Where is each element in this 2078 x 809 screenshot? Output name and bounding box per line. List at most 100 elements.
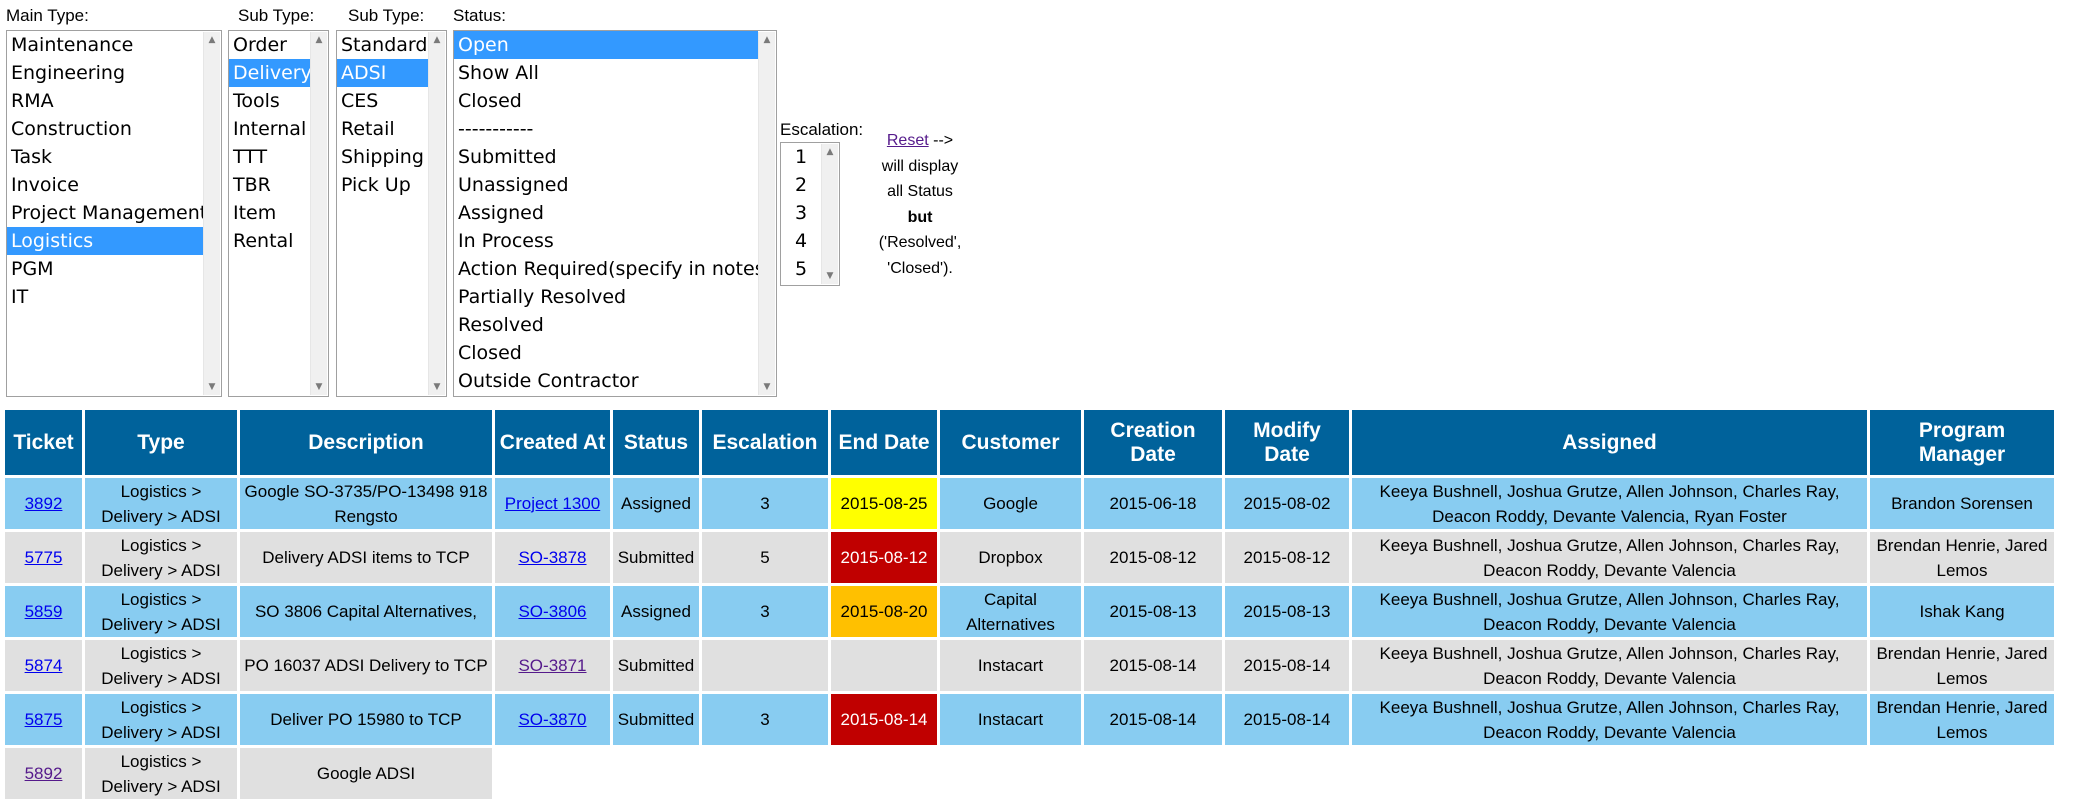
status-option-selected[interactable]: Open: [454, 31, 758, 59]
main-type-option[interactable]: Construction: [7, 115, 221, 143]
ticket-link[interactable]: 5859: [25, 602, 63, 621]
note-line: 'Closed').: [887, 259, 953, 277]
created-at-link[interactable]: SO-3878: [518, 548, 586, 567]
escalation-listbox[interactable]: 1 2 3 4 5 ▲ ▼: [780, 142, 840, 286]
scroll-up-arrow-icon[interactable]: ▲: [822, 144, 838, 160]
status-option[interactable]: Action Required(specify in notes): [454, 255, 776, 283]
cell-type: Logistics > Delivery > ADSI: [85, 640, 237, 691]
status-option[interactable]: Closed: [454, 87, 776, 115]
status-option[interactable]: Submitted: [454, 143, 776, 171]
status-option[interactable]: In Process: [454, 227, 776, 255]
main-type-option[interactable]: RMA: [7, 87, 221, 115]
ticket-link[interactable]: 5775: [25, 548, 63, 567]
header-created-at[interactable]: Created At: [495, 410, 610, 475]
cell-status: Submitted: [613, 694, 699, 745]
scroll-up-arrow-icon[interactable]: ▲: [311, 32, 327, 48]
cell-escalation: [702, 640, 828, 691]
status-option[interactable]: Closed: [454, 339, 776, 367]
status-scrollbar[interactable]: ▲ ▼: [758, 32, 775, 395]
header-creation-date[interactable]: Creation Date: [1084, 410, 1222, 475]
scroll-down-arrow-icon[interactable]: ▼: [822, 268, 838, 284]
scroll-up-arrow-icon[interactable]: ▲: [429, 32, 445, 48]
status-listbox[interactable]: Open Show All Closed ----------- Submitt…: [453, 30, 777, 397]
sub-type-1-scrollbar[interactable]: ▲ ▼: [310, 32, 327, 395]
created-at-link[interactable]: SO-3871: [518, 656, 586, 675]
header-type[interactable]: Type: [85, 410, 237, 475]
sub-type-2-listbox[interactable]: Standard ADSI CES Retail Shipping Pick U…: [336, 30, 447, 397]
status-option[interactable]: -----------: [454, 115, 776, 143]
cell-empty: [1870, 748, 2054, 799]
cell-type: Logistics > Delivery > ADSI: [85, 694, 237, 745]
main-type-option-selected[interactable]: Logistics: [7, 227, 203, 255]
created-at-link[interactable]: SO-3806: [518, 602, 586, 621]
ticket-link[interactable]: 5875: [25, 710, 63, 729]
main-type-option[interactable]: Engineering: [7, 59, 221, 87]
scroll-down-arrow-icon[interactable]: ▼: [759, 379, 775, 395]
sub-type-2-option-selected[interactable]: ADSI: [337, 59, 428, 87]
cell-status: Submitted: [613, 640, 699, 691]
cell-program-manager: Brandon Sorensen: [1870, 478, 2054, 529]
header-modify-date[interactable]: Modify Date: [1225, 410, 1349, 475]
cell-created-at: Project 1300: [495, 478, 610, 529]
status-option[interactable]: Unassigned: [454, 171, 776, 199]
created-at-link[interactable]: SO-3870: [518, 710, 586, 729]
header-escalation[interactable]: Escalation: [702, 410, 828, 475]
main-type-option[interactable]: Task: [7, 143, 221, 171]
status-option[interactable]: Partially Resolved: [454, 283, 776, 311]
cell-ticket: 5874: [5, 640, 82, 691]
cell-creation-date: 2015-08-13: [1084, 586, 1222, 637]
escalation-scrollbar[interactable]: ▲ ▼: [821, 144, 838, 284]
main-type-option[interactable]: Invoice: [7, 171, 221, 199]
cell-program-manager: Brendan Henrie, Jared Lemos: [1870, 640, 2054, 691]
header-end-date[interactable]: End Date: [831, 410, 937, 475]
main-type-option[interactable]: IT: [7, 283, 221, 311]
note-line: will display: [881, 157, 959, 175]
main-type-option[interactable]: Project Management: [7, 199, 221, 227]
cell-ticket: 5859: [5, 586, 82, 637]
header-program-manager[interactable]: Program Manager: [1870, 410, 2054, 475]
cell-description: Google SO-3735/PO-13498 918 Rengsto: [240, 478, 492, 529]
cell-status: Assigned: [613, 586, 699, 637]
status-option[interactable]: Show All: [454, 59, 776, 87]
header-status[interactable]: Status: [613, 410, 699, 475]
header-assigned[interactable]: Assigned: [1352, 410, 1867, 475]
scroll-up-arrow-icon[interactable]: ▲: [204, 32, 220, 48]
sub-type-1-option-selected[interactable]: Delivery: [229, 59, 312, 87]
cell-assigned: Keeya Bushnell, Joshua Grutze, Allen Joh…: [1352, 478, 1867, 529]
cell-end-date: 2015-08-14: [831, 694, 937, 745]
reset-link[interactable]: Reset: [887, 132, 929, 149]
cell-assigned: Keeya Bushnell, Joshua Grutze, Allen Joh…: [1352, 694, 1867, 745]
scroll-down-arrow-icon[interactable]: ▼: [204, 379, 220, 395]
status-option[interactable]: Outside Contractor: [454, 367, 776, 395]
status-option[interactable]: Resolved: [454, 311, 776, 339]
main-type-option[interactable]: Maintenance: [7, 31, 221, 59]
scroll-up-arrow-icon[interactable]: ▲: [759, 32, 775, 48]
cell-description: Delivery ADSI items to TCP: [240, 532, 492, 583]
cell-created-at: SO-3878: [495, 532, 610, 583]
scroll-down-arrow-icon[interactable]: ▼: [311, 379, 327, 395]
sub-type-2-scrollbar[interactable]: ▲ ▼: [428, 32, 445, 395]
main-type-scrollbar[interactable]: ▲ ▼: [203, 32, 220, 395]
note-line: all Status: [887, 183, 953, 200]
note-line-bold: but: [907, 208, 933, 226]
table-row: 5875 Logistics > Delivery > ADSI Deliver…: [5, 694, 2054, 745]
main-type-listbox[interactable]: Maintenance Engineering RMA Construction…: [6, 30, 222, 397]
sub-type-1-listbox[interactable]: Order Delivery Tools Internal TTT TBR It…: [228, 30, 329, 397]
status-option[interactable]: Assigned: [454, 199, 776, 227]
cell-ticket: 5875: [5, 694, 82, 745]
cell-modify-date: 2015-08-14: [1225, 640, 1349, 691]
scroll-down-arrow-icon[interactable]: ▼: [429, 379, 445, 395]
ticket-link[interactable]: 3892: [25, 494, 63, 513]
main-type-option[interactable]: PGM: [7, 255, 221, 283]
ticket-link[interactable]: 5892: [25, 764, 63, 783]
cell-end-date: [831, 640, 937, 691]
header-description[interactable]: Description: [240, 410, 492, 475]
header-customer[interactable]: Customer: [940, 410, 1081, 475]
created-at-link[interactable]: Project 1300: [505, 494, 600, 513]
escalation-label: Escalation:: [780, 120, 864, 139]
cell-creation-date: 2015-08-14: [1084, 694, 1222, 745]
cell-ticket: 3892: [5, 478, 82, 529]
cell-modify-date: 2015-08-13: [1225, 586, 1349, 637]
header-ticket[interactable]: Ticket: [5, 410, 82, 475]
ticket-link[interactable]: 5874: [25, 656, 63, 675]
